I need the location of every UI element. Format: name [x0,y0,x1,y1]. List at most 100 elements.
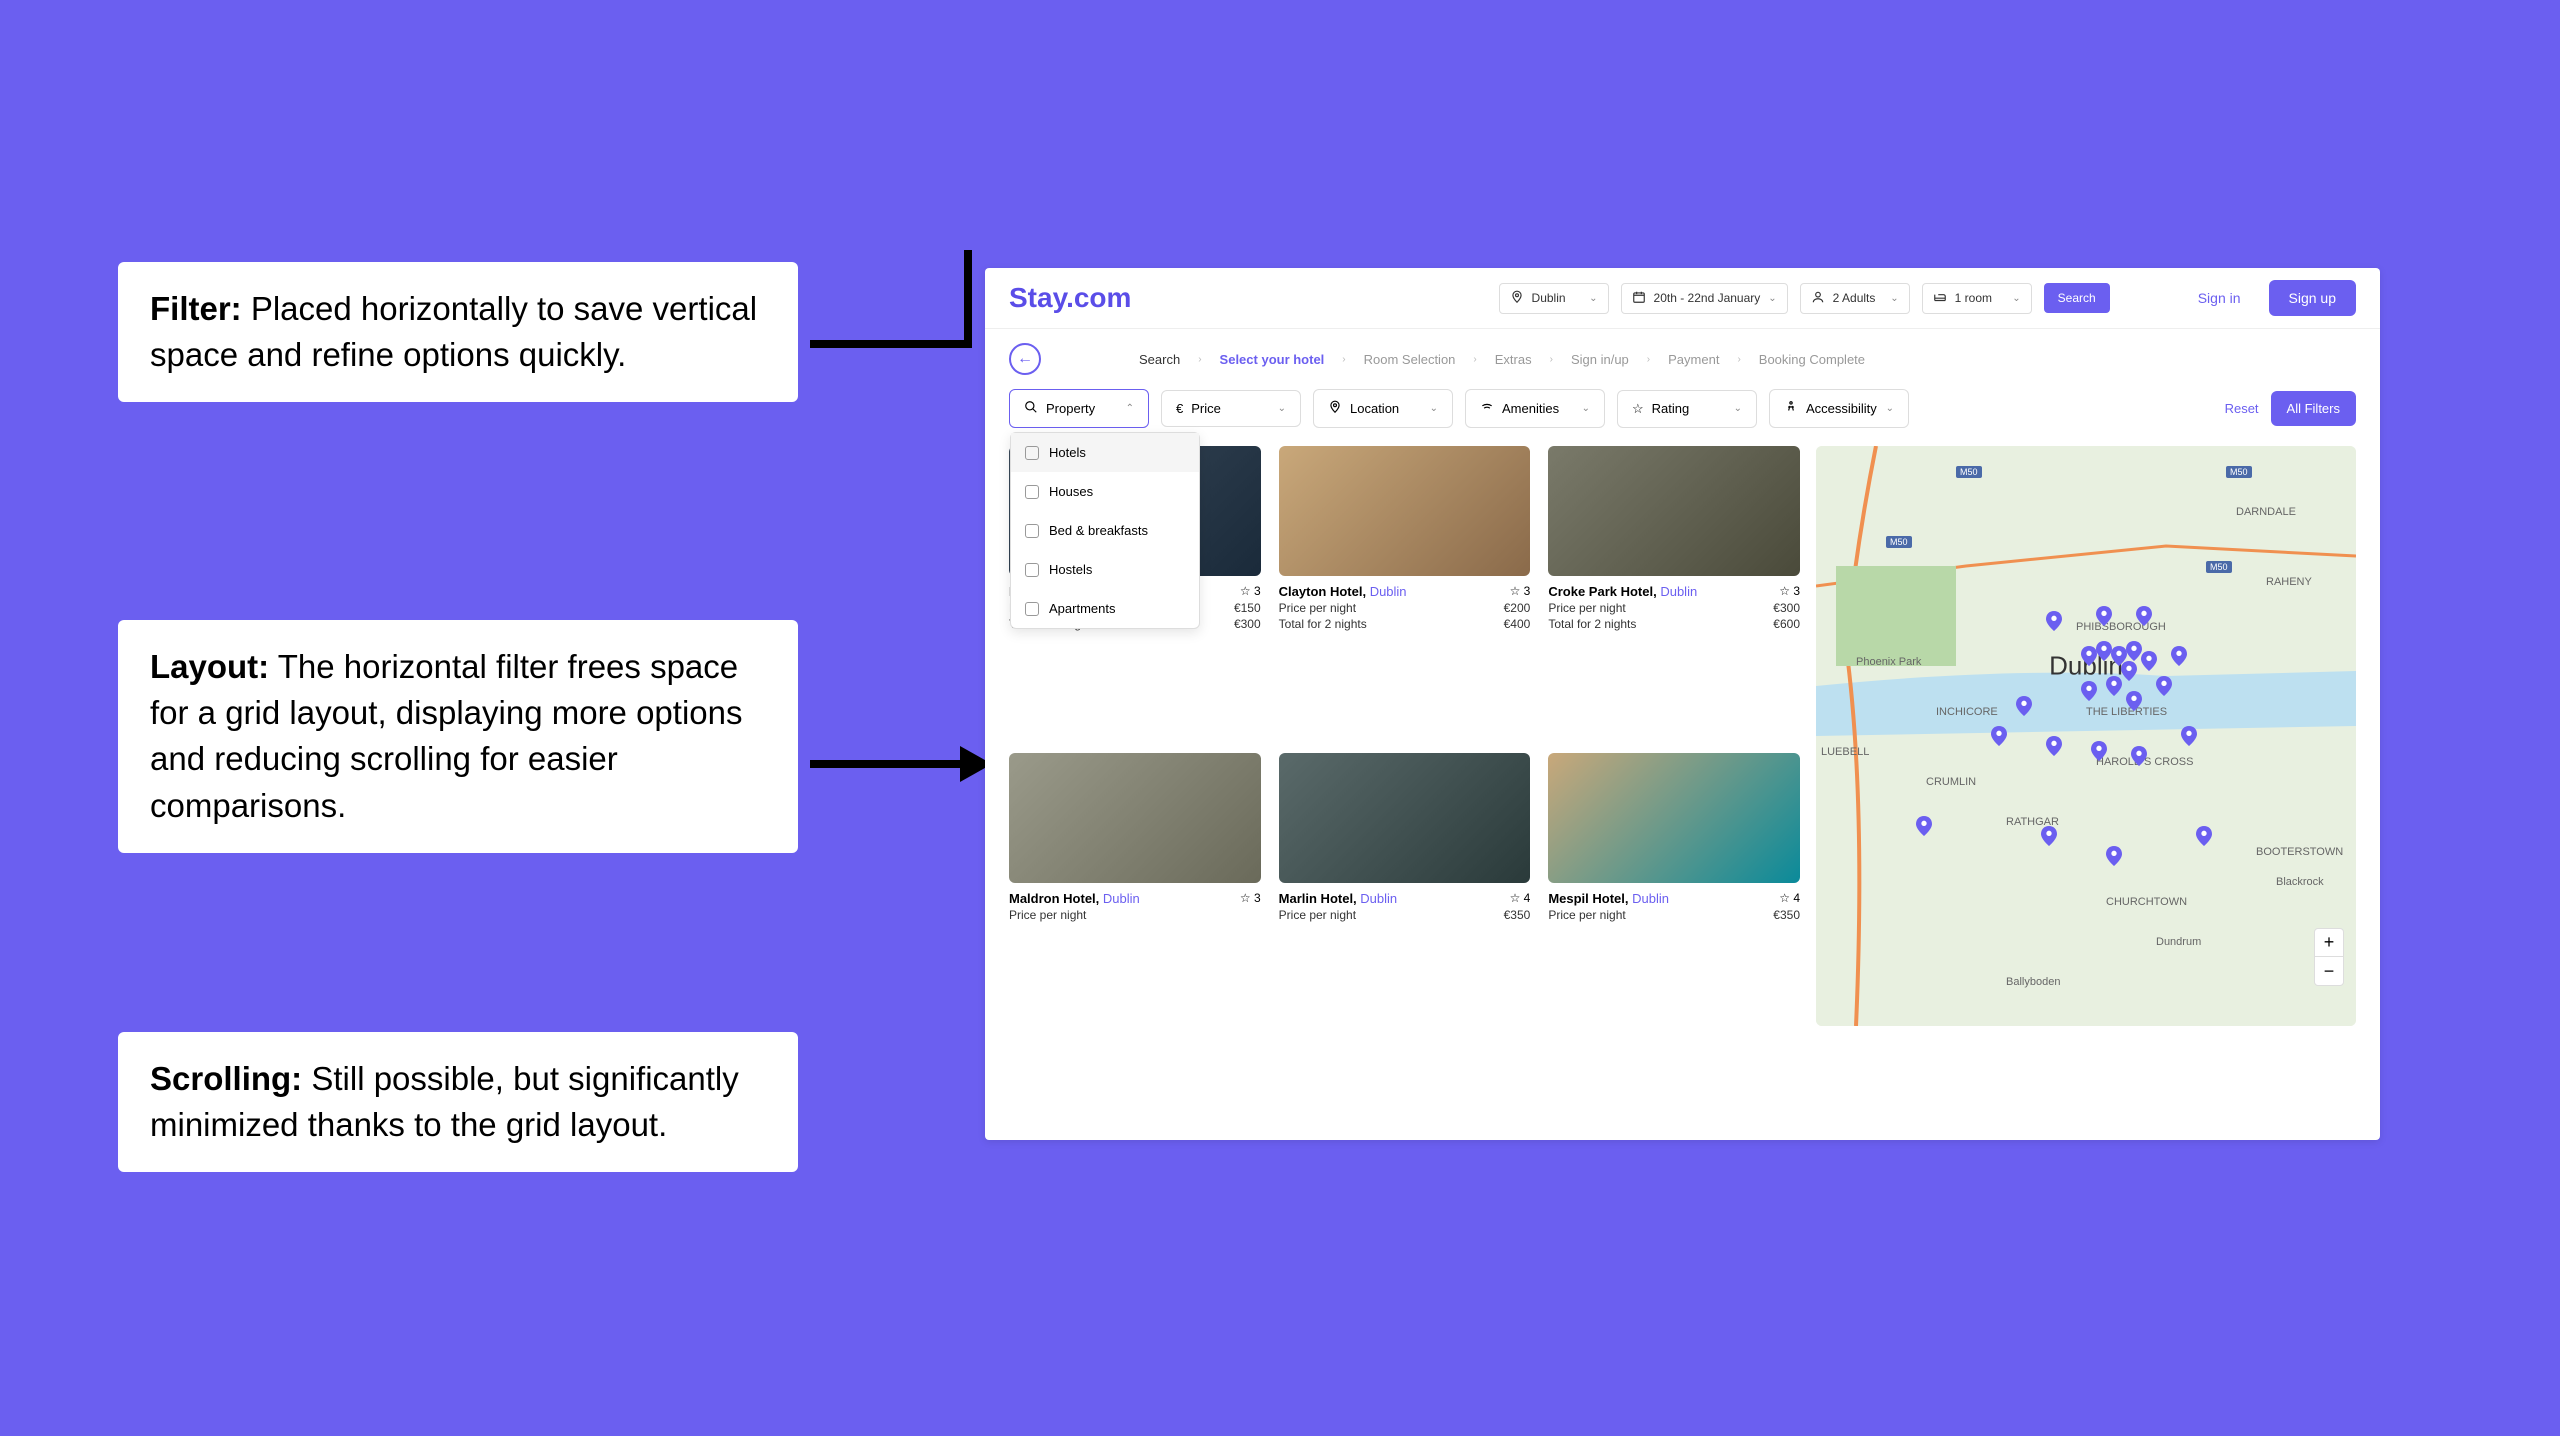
map-area-label: CRUMLIN [1926,776,1976,788]
progress-steps: ← Search › Select your hotel › Room Sele… [985,329,2380,389]
property-dropdown: Hotels Houses Bed & breakfasts Hostels A… [1010,432,1200,629]
dropdown-option-houses[interactable]: Houses [1011,472,1199,511]
signup-button[interactable]: Sign up [2269,280,2356,316]
dropdown-option-hotels[interactable]: Hotels [1011,433,1199,472]
map-area-label: CHURCHTOWN [2106,896,2187,908]
price-value: €350 [1773,908,1800,922]
rooms-input[interactable]: 1 room ⌄ [1922,283,2032,314]
map-pin[interactable] [1991,726,2007,746]
checkbox[interactable] [1025,485,1039,499]
map-pin[interactable] [2181,726,2197,746]
filter-amenities[interactable]: Amenities ⌄ [1465,389,1605,428]
map-pin[interactable] [2126,641,2142,661]
map-area-label: BOOTERSTOWN [2256,846,2343,858]
destination-input[interactable]: Dublin ⌄ [1499,283,1609,314]
chevron-down-icon: ⌄ [1589,293,1597,304]
filter-property[interactable]: Property ⌃ Hotels Houses Bed & breakfast… [1009,389,1149,428]
total-value: €600 [1773,617,1800,631]
filter-location[interactable]: Location ⌄ [1313,389,1453,428]
checkbox[interactable] [1025,563,1039,577]
hotel-card[interactable]: Mespil Hotel, Dublin ☆ 4 Price per night… [1548,753,1800,1026]
filter-rating[interactable]: ☆ Rating ⌄ [1617,390,1757,428]
zoom-in-button[interactable]: + [2315,929,2343,957]
hotel-image [1548,753,1800,883]
price-label: Price per night [1548,601,1625,615]
hotel-card[interactable]: Croke Park Hotel, Dublin ☆ 3 Price per n… [1548,446,1800,735]
hotel-card[interactable]: Clayton Hotel, Dublin ☆ 3 Price per nigh… [1279,446,1531,735]
map-svg [1816,446,2356,1026]
map-pin[interactable] [2091,741,2107,761]
checkbox[interactable] [1025,602,1039,616]
map-pin[interactable] [2126,691,2142,711]
map-pin[interactable] [2156,676,2172,696]
back-button[interactable]: ← [1009,343,1041,375]
annotation-filter: Filter: Placed horizontally to save vert… [118,262,798,402]
dropdown-option-bnb[interactable]: Bed & breakfasts [1011,511,1199,550]
checkbox[interactable] [1025,524,1039,538]
map-pin[interactable] [2141,651,2157,671]
reset-button[interactable]: Reset [2225,401,2259,416]
map[interactable]: Dublin DARNDALERAHENYPHIBSBOROUGHPhoenix… [1816,446,2356,1026]
map-pin[interactable] [2046,611,2062,631]
hotel-rating: ☆ 3 [1240,584,1261,599]
step-search[interactable]: Search [1139,352,1180,367]
map-pin[interactable] [2081,681,2097,701]
zoom-out-button[interactable]: − [2315,957,2343,985]
hotel-card[interactable]: Maldron Hotel, Dublin ☆ 3 Price per nigh… [1009,753,1261,1026]
hotel-name: Clayton Hotel, [1279,584,1366,599]
dates-input[interactable]: 20th - 22nd January ⌄ [1621,283,1788,314]
hotel-city: Dublin [1660,584,1697,599]
filter-price[interactable]: € Price ⌄ [1161,390,1301,427]
chevron-right-icon: › [1647,354,1650,365]
road-badge: M50 [2226,466,2252,478]
search-icon [1024,400,1038,417]
map-pin[interactable] [2016,696,2032,716]
step-sign-in: Sign in/up [1571,352,1629,367]
calendar-icon [1632,290,1646,307]
guests-input[interactable]: 2 Adults ⌄ [1800,283,1910,314]
map-area-label: Phoenix Park [1856,656,1921,668]
step-extras: Extras [1495,352,1532,367]
map-pin[interactable] [2106,676,2122,696]
bed-icon [1933,290,1947,307]
total-label: Total for 2 nights [1548,617,1636,631]
filter-bar: Property ⌃ Hotels Houses Bed & breakfast… [985,389,2380,446]
map-pin[interactable] [2136,606,2152,626]
hotel-card[interactable]: Marlin Hotel, Dublin ☆ 4 Price per night… [1279,753,1531,1026]
star-icon: ☆ [1632,401,1644,417]
map-pin[interactable] [2106,846,2122,866]
map-pin[interactable] [2081,646,2097,666]
pin-icon [1328,400,1342,417]
annotation-arrow [810,340,970,348]
all-filters-button[interactable]: All Filters [2271,391,2356,426]
zoom-control: + − [2314,928,2344,986]
chevron-down-icon: ⌄ [1734,403,1742,414]
dropdown-option-apartments[interactable]: Apartments [1011,589,1199,628]
chevron-down-icon: ⌄ [1768,293,1776,304]
total-value: €300 [1234,617,1261,631]
dropdown-option-hostels[interactable]: Hostels [1011,550,1199,589]
map-pin[interactable] [2196,826,2212,846]
step-complete: Booking Complete [1759,352,1865,367]
chevron-right-icon: › [1342,354,1345,365]
map-pin[interactable] [2046,736,2062,756]
step-select-hotel[interactable]: Select your hotel [1220,352,1325,367]
annotation-arrow [810,760,970,768]
checkbox[interactable] [1025,446,1039,460]
hotel-image [1279,446,1531,576]
map-pin[interactable] [2171,646,2187,666]
price-label: Price per night [1279,908,1356,922]
hotel-rating: ☆ 3 [1240,891,1261,906]
annotation-scrolling: Scrolling: Still possible, but significa… [118,1032,798,1172]
map-pin[interactable] [2041,826,2057,846]
map-pin[interactable] [1916,816,1932,836]
chevron-up-icon: ⌃ [1126,403,1134,414]
map-pin[interactable] [2131,746,2147,766]
map-pin[interactable] [2121,661,2137,681]
search-button[interactable]: Search [2044,283,2110,313]
map-pin[interactable] [2096,606,2112,626]
signin-button[interactable]: Sign in [2182,282,2257,314]
filter-accessibility[interactable]: Accessibility ⌄ [1769,389,1909,428]
chevron-down-icon: ⌄ [1886,403,1894,414]
map-pin[interactable] [2096,641,2112,661]
